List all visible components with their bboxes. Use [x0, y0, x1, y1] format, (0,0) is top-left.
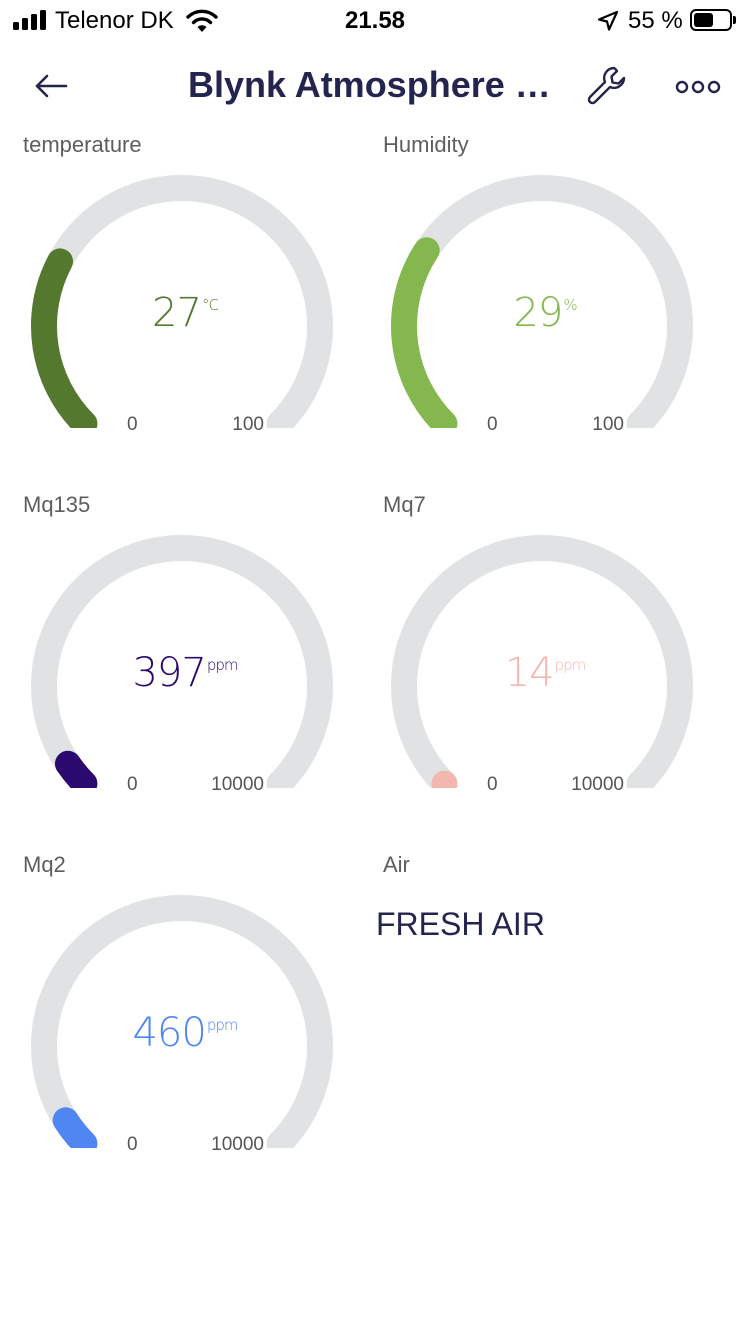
gauge-unit: % — [563, 296, 577, 314]
battery-percent: 55 % — [628, 7, 683, 34]
gauge-widget-mq7[interactable]: Mq7 14ppm 0 10000 — [360, 488, 720, 848]
air-quality-text: FRESH AIR — [376, 906, 545, 942]
gauge-max-label: 10000 — [571, 774, 624, 795]
gauge-widget-humidity[interactable]: Humidity 29% 0 100 — [360, 128, 720, 488]
gauge-value: 27°C — [152, 290, 219, 336]
gauge-value: 29% — [513, 290, 577, 336]
gauge: 460ppm 0 10000 — [20, 888, 350, 1155]
wrench-icon[interactable] — [585, 64, 631, 110]
gauge-max-label: 100 — [232, 414, 264, 435]
widget-label: Mq135 — [23, 492, 91, 517]
gauge: 27°C 0 100 — [20, 168, 350, 435]
back-arrow-icon[interactable] — [30, 64, 72, 108]
location-arrow-icon — [597, 10, 619, 31]
gauge-min-label: 0 — [127, 1134, 138, 1155]
widget-label: Mq7 — [383, 492, 426, 517]
gauge-value: 14ppm — [504, 650, 587, 696]
gauge-widget-mq2[interactable]: Mq2 460ppm 0 10000 — [0, 848, 360, 1208]
gauge-fill — [54, 750, 98, 788]
gauge-widget-temperature[interactable]: temperature 27°C 0 100 — [0, 128, 360, 488]
gauge: 14ppm 0 10000 — [380, 528, 710, 795]
gauge-fill — [52, 1107, 98, 1148]
app-header: Blynk Atmosphere da... — [0, 44, 750, 128]
battery-cap — [733, 16, 736, 24]
gauge-unit: ppm — [554, 656, 587, 674]
widget-label: Mq2 — [23, 852, 66, 877]
gauge-min-label: 0 — [487, 414, 498, 435]
gauge-unit: ppm — [206, 656, 239, 674]
gauge-fill — [31, 248, 98, 428]
status-bar: Telenor DK 21.58 55 % — [0, 0, 750, 44]
battery-level — [694, 13, 713, 27]
gauge-widget-mq135[interactable]: Mq135 397ppm 0 10000 — [0, 488, 360, 848]
widget-label: Humidity — [383, 132, 469, 157]
widget-label: Air — [383, 852, 410, 877]
gauge: 397ppm 0 10000 — [20, 528, 350, 795]
label-widget-air[interactable]: Air FRESH AIR — [360, 848, 720, 1208]
gauge-fill — [391, 237, 458, 428]
page-title: Blynk Atmosphere da... — [188, 64, 564, 105]
gauge-value: 460ppm — [132, 1010, 239, 1056]
widget-label: temperature — [23, 132, 142, 157]
gauge-value: 397ppm — [132, 650, 239, 696]
gauge-max-label: 10000 — [211, 1134, 264, 1155]
more-dots-icon[interactable] — [672, 74, 724, 100]
gauge: 29% 0 100 — [380, 168, 710, 435]
gauge-max-label: 100 — [592, 414, 624, 435]
gauge-max-label: 10000 — [211, 774, 264, 795]
gauge-min-label: 0 — [487, 774, 498, 795]
gauge-min-label: 0 — [127, 774, 138, 795]
gauge-min-label: 0 — [127, 414, 138, 435]
battery-icon — [690, 9, 732, 31]
gauge-unit: ppm — [206, 1016, 239, 1034]
gauge-unit: °C — [201, 296, 219, 314]
